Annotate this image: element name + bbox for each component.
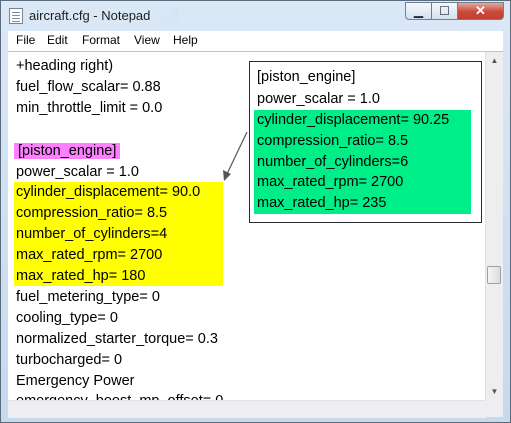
editor-area[interactable]: +heading right) fuel_flow_scalar= 0.88 m… bbox=[8, 51, 503, 418]
close-icon: ✕ bbox=[475, 3, 486, 18]
scroll-up-arrow-icon[interactable]: ▲ bbox=[486, 52, 503, 69]
window-controls: ▁ ☐ ✕ bbox=[405, 2, 504, 21]
menu-help[interactable]: Help bbox=[173, 33, 198, 47]
menu-bar: File Edit Format View Help bbox=[8, 31, 503, 52]
callout-line: power_scalar = 1.0 bbox=[257, 91, 380, 107]
text-line: power_scalar = 1.0 bbox=[16, 164, 139, 180]
menu-format[interactable]: Format bbox=[82, 33, 120, 47]
scroll-down-arrow-icon[interactable]: ▼ bbox=[486, 383, 503, 400]
minimize-button[interactable]: ▁ bbox=[405, 2, 432, 20]
section-header-line: [piston_engine] bbox=[14, 141, 121, 161]
text-line: number_of_cylinders=4 bbox=[16, 226, 168, 242]
callout-line: number_of_cylinders=6 bbox=[257, 154, 409, 170]
text-line: fuel_flow_scalar= 0.88 bbox=[16, 79, 161, 95]
text-line: +heading right) bbox=[16, 58, 114, 74]
text-line: cylinder_displacement= 90.0 bbox=[16, 184, 201, 200]
text-line: emergency_boost_mp_offset= 0 bbox=[16, 391, 223, 400]
text-line: min_throttle_limit = 0.0 bbox=[16, 100, 163, 116]
text-line: fuel_metering_type= 0 bbox=[16, 289, 160, 305]
text-line: normalized_starter_torque= 0.3 bbox=[16, 331, 218, 347]
text-line: turbocharged= 0 bbox=[16, 352, 123, 368]
text-line: compression_ratio= 8.5 bbox=[16, 205, 168, 221]
menu-file[interactable]: File bbox=[16, 33, 35, 47]
menu-view[interactable]: View bbox=[134, 33, 160, 47]
callout-line: max_rated_rpm= 2700 bbox=[257, 174, 404, 190]
title-bar[interactable]: aircraft.cfg - Notepad ▁ ☐ ✕ bbox=[1, 1, 510, 31]
vertical-scroll-thumb[interactable] bbox=[487, 266, 501, 284]
scrollbar-corner bbox=[486, 400, 503, 417]
notepad-window: aircraft.cfg - Notepad ▁ ☐ ✕ File Edit F… bbox=[0, 0, 511, 423]
comparison-callout-box: [piston_engine] power_scalar = 1.0 cylin… bbox=[249, 61, 482, 223]
maximize-button[interactable]: ☐ bbox=[432, 2, 458, 20]
vertical-scrollbar[interactable]: ▲ ▼ bbox=[485, 52, 503, 400]
callout-line: compression_ratio= 8.5 bbox=[257, 133, 409, 149]
callout-line: cylinder_displacement= 90.25 bbox=[257, 112, 450, 128]
maximize-icon: ☐ bbox=[439, 4, 450, 18]
section-header-highlight: [piston_engine] bbox=[14, 143, 121, 159]
text-line: max_rated_rpm= 2700 bbox=[16, 247, 163, 263]
callout-line: max_rated_hp= 235 bbox=[257, 195, 387, 211]
minimize-icon: ▁ bbox=[413, 4, 424, 18]
notepad-icon bbox=[9, 8, 23, 24]
close-button[interactable]: ✕ bbox=[458, 2, 504, 20]
text-line: max_rated_hp= 180 bbox=[16, 268, 146, 284]
window-title: aircraft.cfg - Notepad bbox=[29, 8, 179, 23]
text-line: cooling_type= 0 bbox=[16, 310, 118, 326]
text-content[interactable]: +heading right) fuel_flow_scalar= 0.88 m… bbox=[8, 52, 486, 400]
pointer-arrow-icon bbox=[223, 131, 248, 181]
callout-line: [piston_engine] bbox=[257, 69, 356, 85]
text-line: Emergency Power bbox=[16, 373, 135, 389]
horizontal-scrollbar[interactable] bbox=[8, 400, 486, 418]
menu-edit[interactable]: Edit bbox=[47, 33, 68, 47]
